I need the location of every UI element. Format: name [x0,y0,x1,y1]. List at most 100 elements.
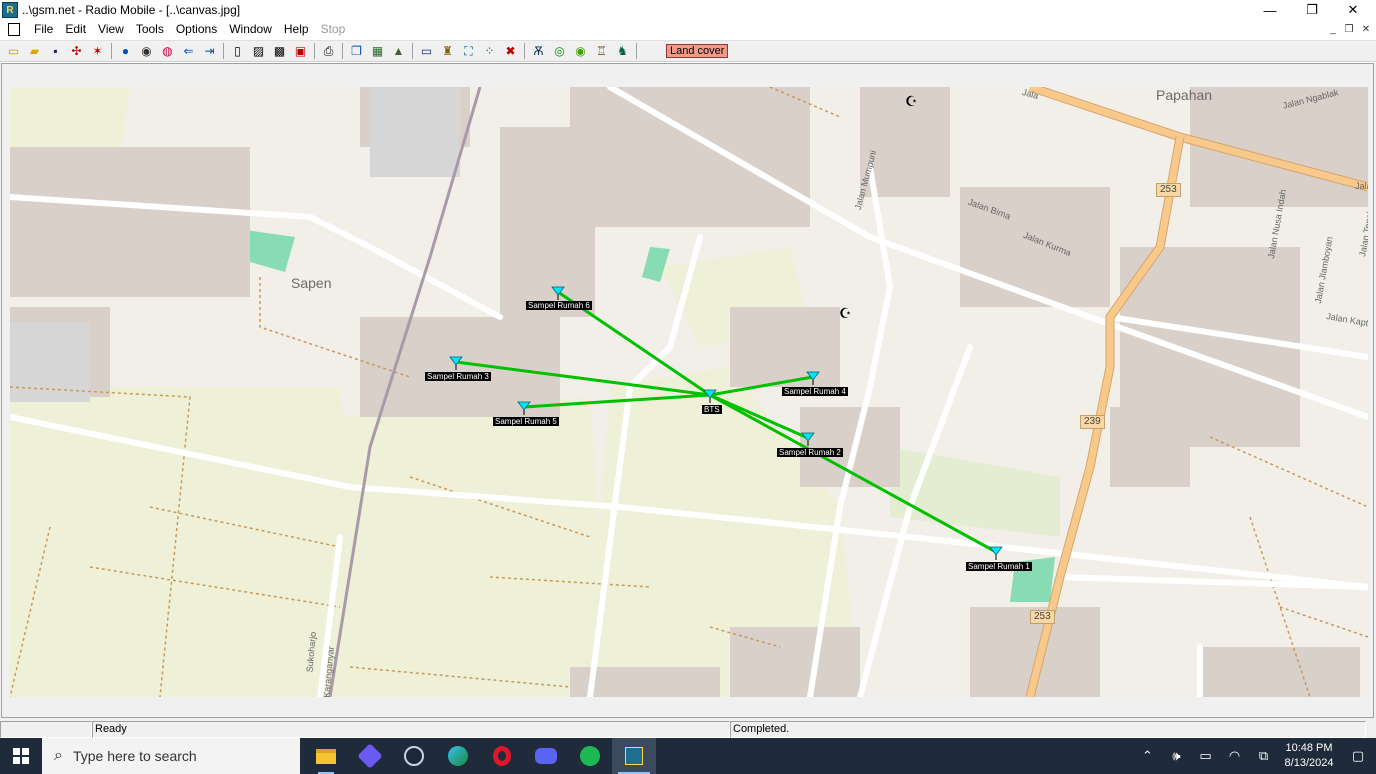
mosque-icon: ☪ [905,93,918,109]
road-shield-253: 253 [1156,183,1181,197]
antenna-icon[interactable]: Ѫ [531,43,547,59]
save-icon[interactable]: ▪ [48,43,64,59]
menu-help[interactable]: Help [278,20,315,39]
mdi-close-icon[interactable]: ✕ [1358,22,1374,37]
close-button[interactable]: ✕ [1331,0,1375,20]
facility-area [370,87,460,177]
search-icon: ⌕ [54,747,63,764]
terrain-icon[interactable]: ▲ [391,43,407,59]
park [245,230,295,272]
radio-mobile-icon[interactable] [612,738,656,774]
land-cover-button[interactable]: Land cover [666,44,729,58]
battery-icon[interactable]: ▭ [1191,738,1220,774]
taskbar-search-box[interactable]: ⌕ Type here to search [42,738,300,774]
close-map-icon[interactable]: ✖ [503,43,519,59]
radio-mobile-app-icon[interactable]: R [2,2,18,18]
copilot-icon[interactable] [348,738,392,774]
back-icon[interactable]: ⇐ [181,43,197,59]
earth-icon[interactable]: ◉ [573,43,589,59]
site-label-rumah-1: Sampel Rumah 1 [966,562,1032,571]
satellite-icon[interactable]: ◍ [160,43,176,59]
map-icon[interactable]: ◉ [139,43,155,59]
site-label-rumah-4: Sampel Rumah 4 [782,387,848,396]
menu-file[interactable]: File [28,20,59,39]
status-bar: Ready Completed. [0,720,1376,738]
steam-icon[interactable] [392,738,436,774]
spotify-icon[interactable] [568,738,612,774]
fit-icon[interactable]: ⛶ [461,43,477,59]
menu-view[interactable]: View [92,20,130,39]
new-icon[interactable]: ▭ [6,43,22,59]
chevron-up-icon[interactable]: ⌃ [1133,738,1162,774]
title-bar: R ..\gsm.net - Radio Mobile - [..\canvas… [0,0,1376,20]
place-papahan: Papahan [1156,87,1213,103]
edge-icon[interactable] [436,738,480,774]
menu-options[interactable]: Options [170,20,223,39]
coverage-green-icon[interactable]: ◎ [552,43,568,59]
discord-icon[interactable] [524,738,568,774]
menu-window[interactable]: Window [223,20,278,39]
units-icon[interactable]: ♜ [440,43,456,59]
document-system-menu-icon[interactable] [8,23,20,36]
page-icon[interactable]: ▯ [230,43,246,59]
system-clock[interactable]: 10:48 PM 8/13/2024 [1278,741,1340,771]
menu-bar: File Edit View Tools Options Window Help… [0,20,1376,39]
menu-tools[interactable]: Tools [130,20,170,39]
nodes-icon[interactable]: ⁘ [482,43,498,59]
facility-area [10,322,90,402]
network-icon[interactable]: ⧉ [1249,738,1278,774]
notification-icon[interactable]: ▢ [1340,738,1376,774]
status-ready: Ready [92,721,730,738]
radio-link-icon[interactable]: ✶ [90,43,106,59]
status-pane-1 [0,721,92,738]
page-copy-icon[interactable]: ▨ [251,43,267,59]
site-label-rumah-6: Sampel Rumah 6 [526,301,592,310]
open-icon[interactable]: ▰ [27,43,43,59]
menu-stop: Stop [320,22,346,36]
mdi-minimize-icon[interactable]: _ [1325,22,1341,37]
elevation-icon[interactable]: ♖ [594,43,610,59]
net-properties-icon[interactable]: ✣ [69,43,85,59]
clock-date: 8/13/2024 [1284,757,1334,769]
site-label-rumah-3: Sampel Rumah 3 [425,372,491,381]
volume-icon[interactable]: 🕪 [1162,738,1191,774]
delete-icon[interactable]: ▣ [293,43,309,59]
opera-icon[interactable] [480,738,524,774]
copy-icon[interactable]: ❐ [349,43,365,59]
page-paste-icon[interactable]: ▩ [272,43,288,59]
wifi-icon[interactable]: ◠ [1220,738,1249,774]
radio-coverage-icon[interactable]: ▦ [370,43,386,59]
toolbar-separator [314,43,315,59]
toolbar-separator [636,43,637,59]
farmland-area [340,397,610,697]
window-icon[interactable]: ▭ [419,43,435,59]
toolbar-separator [111,43,112,59]
toolbar: ▭ ▰ ▪ ✣ ✶ ● ◉ ◍ ⇐ ⇥ ▯ ▨ ▩ ▣ ⎙ ❐ ▦ ▲ ▭ ♜ … [0,40,1376,62]
maximize-button[interactable]: ❐ [1290,0,1334,20]
street-jala-edge: Jala [1355,181,1368,191]
forward-icon[interactable]: ⇥ [202,43,218,59]
mdi-restore-icon[interactable]: ❐ [1341,22,1357,37]
mdi-workspace: Papahan Sapen Jalan Ngablak Jalan Mumpun… [0,63,1376,720]
minimize-button[interactable]: — [1248,0,1292,20]
site-label-rumah-5: Sampel Rumah 5 [493,417,559,426]
menu-edit[interactable]: Edit [59,20,92,39]
search-placeholder: Type here to search [72,748,197,764]
start-button[interactable] [0,738,42,774]
road-shield-239: 239 [1080,415,1105,429]
windows-taskbar: ⌕ Type here to search ⌃ 🕪 ▭ ◠ ⧉ 10:48 PM… [0,738,1376,774]
status-completed: Completed. [730,721,1366,738]
road-shield-253-south: 253 [1030,610,1055,624]
map-window: Papahan Sapen Jalan Ngablak Jalan Mumpun… [1,63,1374,718]
print-icon[interactable]: ⎙ [321,43,337,59]
mosque-icon: ☪ [839,305,852,321]
place-sapen: Sapen [291,275,332,291]
bts-label: BTS [702,405,722,414]
file-explorer-icon[interactable] [304,738,348,774]
toolbar-separator [412,43,413,59]
site-label-rumah-2: Sampel Rumah 2 [777,448,843,457]
world-icon[interactable]: ● [118,43,134,59]
route-icon[interactable]: ♞ [615,43,631,59]
map-canvas[interactable]: Papahan Sapen Jalan Ngablak Jalan Mumpun… [10,87,1368,697]
toolbar-separator [524,43,525,59]
